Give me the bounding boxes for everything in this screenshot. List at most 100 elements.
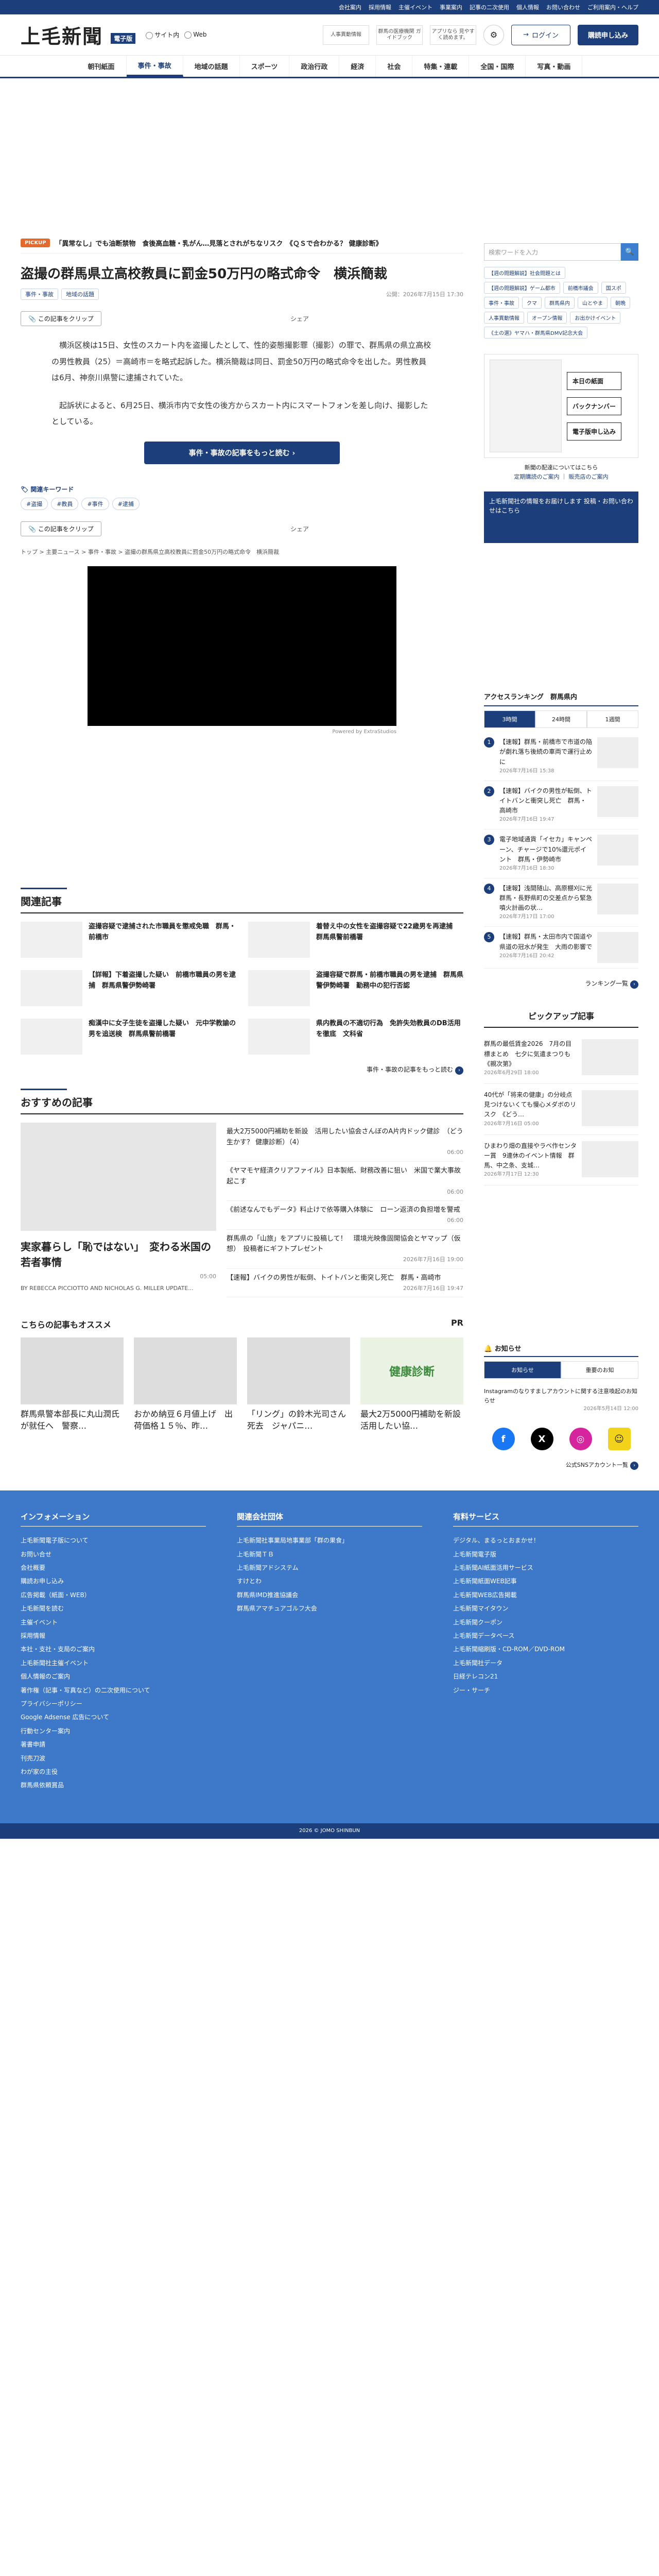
paper-apply-button[interactable]: 電子版申し込み (567, 422, 622, 440)
footer-link[interactable]: お問い合せ (21, 1548, 206, 1561)
footer-link[interactable]: ジー・サーチ (453, 1684, 638, 1697)
footer-link[interactable]: 刊売刀波 (21, 1752, 206, 1765)
topbar-link[interactable]: 個人情報 (516, 3, 539, 11)
keyword-chip[interactable]: #事件 (81, 497, 109, 510)
nav-item-tokushu[interactable]: 特集・連載 (412, 56, 470, 77)
article-tag[interactable]: 地域の話題 (61, 289, 99, 300)
footer-link[interactable]: 上毛新聞ＴＢ (237, 1548, 422, 1561)
notice-item[interactable]: Instagramのなりすましアカウントに関する注意喚起のお知らせ 2026年5月… (484, 1383, 638, 1417)
related-item[interactable]: 盗撮容疑で群馬・前橋市職員の男を逮捕 群馬県警伊勢崎署 勤務中の犯行否認 (248, 970, 463, 1006)
search-input[interactable]: 検索ワードを入力 (484, 243, 621, 261)
side-tag[interactable]: お出かけイベント (570, 312, 621, 324)
footer-link[interactable]: 広告掲載（紙面・WEB） (21, 1588, 206, 1602)
ranking-item[interactable]: 4 【速報】浅間隧山、高原棚刈に光 群馬・長野県町の交差点から緊急噴火計画の状… 2… (484, 878, 638, 927)
footer-link[interactable]: 上毛新聞社主催イベント (21, 1656, 206, 1670)
topbar-link[interactable]: 主催イベント (398, 3, 432, 11)
related-item[interactable]: 痴漢中に女子生徒を盗撮した疑い 元中学教諭の男を追送検 群馬県警前橋署 (21, 1018, 236, 1055)
footer-link[interactable]: 主催イベント (21, 1616, 206, 1629)
footer-link[interactable]: 上毛新聞WEB広告掲載 (453, 1588, 638, 1602)
osusume-card[interactable]: 健康診断 最大2万5000円補助を新設 活用したい協… (360, 1337, 469, 1432)
side-tag[interactable]: オープン情報 (527, 312, 567, 324)
subscribe-button[interactable]: 購読申し込み (577, 24, 638, 45)
osusume-card[interactable]: 「リング」の鈴木光司さん死去 ジャパニ… (247, 1337, 350, 1432)
ranking-tab[interactable]: 1週間 (587, 710, 638, 728)
footer-link[interactable]: 会社概要 (21, 1561, 206, 1574)
notice-tab[interactable]: お知らせ (484, 1361, 561, 1379)
footer-link[interactable]: 採用情報 (21, 1629, 206, 1642)
side-tag[interactable]: 国スポ (601, 282, 626, 294)
settings-gear-icon[interactable]: ⚙ (483, 24, 505, 45)
side-tag[interactable]: クマ (522, 297, 542, 309)
footer-link[interactable]: 個人情報のご案内 (21, 1670, 206, 1683)
pickup-bar[interactable]: PICKUP 「異常なし」でも油断禁物 食後高血糖・乳がん…見落とされがちなリス… (21, 233, 463, 253)
related-item[interactable]: 県内教員の不適切行為 免許失効教員のDB活用を徹底 文科省 (248, 1018, 463, 1055)
ranking-more-link[interactable]: ランキング一覧 › (484, 979, 638, 989)
footer-link[interactable]: すけとわ (237, 1574, 422, 1588)
recommend-item[interactable]: 《前述なんでもデータ》料止けで依等購入体験に ローン返済の負担増を警戒 06:00 (227, 1201, 463, 1230)
related-more-link[interactable]: 事件・事故の記事をもっと読む › (21, 1065, 463, 1075)
search-icon[interactable]: 🔍 (621, 243, 638, 261)
nav-item-keizai[interactable]: 経済 (339, 56, 376, 77)
recommend-item[interactable]: 《ヤマモヤ経済クリアファイル》日本製紙、財務改善に狙い 米国で業大事故起こす 06… (227, 1162, 463, 1201)
osusume-card[interactable]: 群馬県警本部長に丸山潤氏が就任へ 警察… (21, 1337, 124, 1432)
recommend-big[interactable]: 実家暮らし「恥ではない」 変わる米国の若者事情 05:00 BY REBECCA… (21, 1122, 216, 1297)
footer-link[interactable]: プライバシーポリシー (21, 1697, 206, 1710)
osusume-card[interactable]: おかめ納豆６月値上げ 出荷価格１５％、昨… (134, 1337, 237, 1432)
topbar-link[interactable]: 会社案内 (339, 3, 361, 11)
nav-item-photo[interactable]: 写真・動画 (526, 56, 583, 77)
footer-link[interactable]: 行動センター案内 (21, 1724, 206, 1738)
login-button[interactable]: → ログイン (511, 24, 570, 45)
more-jiken-button[interactable]: 事件・事故の記事をもっと読む › (144, 441, 340, 464)
footer-link[interactable]: 上毛新聞を読む (21, 1602, 206, 1615)
mascot-icon[interactable]: ☺ (608, 1428, 631, 1451)
article-tag[interactable]: 事件・事故 (21, 289, 58, 300)
recommend-item[interactable]: 【速報】バイクの男性が転倒、トイトバンと衝突し死亡 群馬・高崎市 2026年7月1… (227, 1269, 463, 1298)
footer-link[interactable]: 上毛新聞クーポン (453, 1616, 638, 1629)
keyword-chip[interactable]: #逮捕 (112, 497, 140, 510)
footer-link[interactable]: 上毛新聞社事業局地事業部「群の果食」 (237, 1534, 422, 1547)
nav-item-sports[interactable]: スポーツ (240, 56, 290, 77)
footer-link[interactable]: 購読お申し込み (21, 1574, 206, 1588)
pickup-side-item[interactable]: ひまわり畑の直接やラベ作センター賞 9連休のイベント情報 群馬、中之条、支城… 2… (484, 1135, 638, 1186)
instagram-icon[interactable]: ◎ (569, 1428, 592, 1451)
pickup-side-item[interactable]: 40代が「将来の健康」の分岐点 見つけないくても慢心メダボのリスク 《どう… 20… (484, 1084, 638, 1135)
clip-button[interactable]: 📎 この記事をクリップ (21, 311, 101, 327)
footer-link[interactable]: 上毛新聞AI紙面活用サービス (453, 1561, 638, 1574)
ranking-tab[interactable]: 3時間 (484, 710, 535, 728)
topbar-link[interactable]: お問い合わせ (546, 3, 580, 11)
header-ad-iryo[interactable]: 群馬の医療機関 ガイドブック (376, 25, 423, 45)
notice-tab[interactable]: 重要のお知 (561, 1361, 638, 1379)
side-tag[interactable]: 事件・事故 (484, 297, 519, 309)
ranking-tab[interactable]: 24時間 (535, 710, 587, 728)
footer-link[interactable]: 上毛新聞縮刷版・CD-ROM／DVD-ROM (453, 1642, 638, 1656)
footer-link[interactable]: 上毛新聞アドシステム (237, 1561, 422, 1574)
nav-item-seiji[interactable]: 政治行政 (289, 56, 340, 77)
footer-link[interactable]: 群馬県依頼賞品 (21, 1778, 206, 1792)
footer-link[interactable]: 著書申請 (21, 1738, 206, 1751)
side-tag[interactable]: 群馬県内 (545, 297, 575, 309)
paper-thumbnail[interactable] (490, 360, 562, 452)
related-item[interactable]: 盗撮容疑で逮捕された市職員を懲戒免職 群馬・前橋市 (21, 921, 236, 958)
recommend-item[interactable]: 最大2万5000円補助を新設 活用したい協会さんぼのA片内ドック健診 （どう生か… (227, 1123, 463, 1162)
side-tag[interactable]: 《土の選》ヤマハ・群馬県DMV記念大会 (484, 327, 588, 338)
footer-link[interactable]: わが家の主役 (21, 1765, 206, 1778)
video-player[interactable] (88, 566, 396, 726)
header-ad-app[interactable]: アプリなら 見やすく読めます。 (430, 25, 477, 45)
topbar-link[interactable]: 事業案内 (440, 3, 462, 11)
side-tag[interactable]: 人事異動情報 (484, 312, 524, 324)
breadcrumb[interactable]: トップ > 主要ニュース > 事件・事故 > 盗撮の群馬県立高校教員に罰金50万… (21, 548, 463, 556)
recommend-item[interactable]: 群馬県の「山旅」をアプリに投稿して！ 環境光映像固開協会とヤマップ（仮想） 投稿… (227, 1230, 463, 1269)
ranking-item[interactable]: 3 電子地域通貨「イセカ」キャンペーン、チャージで10%還元ポイント 群馬・伊勢崎… (484, 829, 638, 878)
footer-link[interactable]: 群馬県アマチュアゴルフ大会 (237, 1602, 422, 1615)
x-icon[interactable]: X (530, 1428, 553, 1451)
side-tag[interactable]: 朝晩 (611, 297, 630, 309)
ranking-item[interactable]: 5 【速報】群馬・太田市内で国道や県道の冠水が発生 大雨の影響で 2026年7月16… (484, 927, 638, 969)
footer-link[interactable]: 上毛新聞マイタウン (453, 1602, 638, 1615)
topbar-link[interactable]: ご利用案内・ヘルプ (587, 3, 638, 11)
nav-item-shakai[interactable]: 社会 (376, 56, 413, 77)
nav-item-chokan[interactable]: 朝刊紙面 (77, 56, 127, 77)
sns-more-link[interactable]: 公式SNSアカウント一覧 › (484, 1461, 638, 1470)
footer-link[interactable]: 群馬県IMD推進協議会 (237, 1588, 422, 1602)
footer-link[interactable]: 上毛新聞電子版について (21, 1534, 206, 1547)
facebook-icon[interactable]: f (492, 1428, 515, 1451)
